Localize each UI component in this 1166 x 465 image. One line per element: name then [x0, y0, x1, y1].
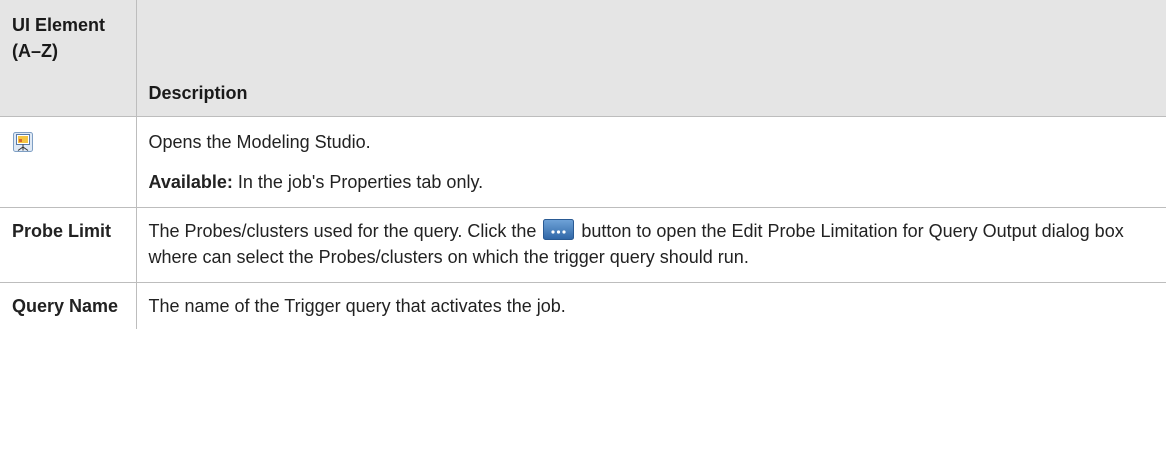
table-header-row: UI Element (A–Z) Description	[0, 0, 1166, 116]
table-row: Opens the Modeling Studio. Available: In…	[0, 116, 1166, 207]
description-cell: The Probes/clusters used for the query. …	[136, 207, 1166, 282]
ellipsis-button-icon	[543, 218, 575, 240]
modeling-studio-icon	[13, 131, 33, 152]
description-text: Opens the Modeling Studio.	[148, 131, 371, 152]
ui-element-name: Query Name	[0, 282, 137, 329]
availability-note: Available: In the job's Properties tab o…	[149, 169, 1157, 195]
description-cell: Opens the Modeling Studio. Available: In…	[136, 116, 1166, 207]
table-row: Query Name The name of the Trigger query…	[0, 282, 1166, 329]
header-ui-element: UI Element (A–Z)	[0, 0, 137, 116]
table-row: Probe Limit The Probes/clusters used for…	[0, 207, 1166, 282]
ui-elements-table: UI Element (A–Z) Description Opens the M…	[0, 0, 1166, 329]
availability-text: In the job's Properties tab only.	[232, 171, 484, 192]
description-text: The name of the Trigger query that activ…	[148, 295, 566, 316]
availability-label: Available:	[148, 171, 233, 192]
header-description: Description	[136, 0, 1166, 116]
ui-element-cell	[0, 116, 137, 207]
description-text-before: The Probes/clusters used for the query. …	[148, 220, 542, 241]
ui-element-name: Probe Limit	[0, 207, 137, 282]
